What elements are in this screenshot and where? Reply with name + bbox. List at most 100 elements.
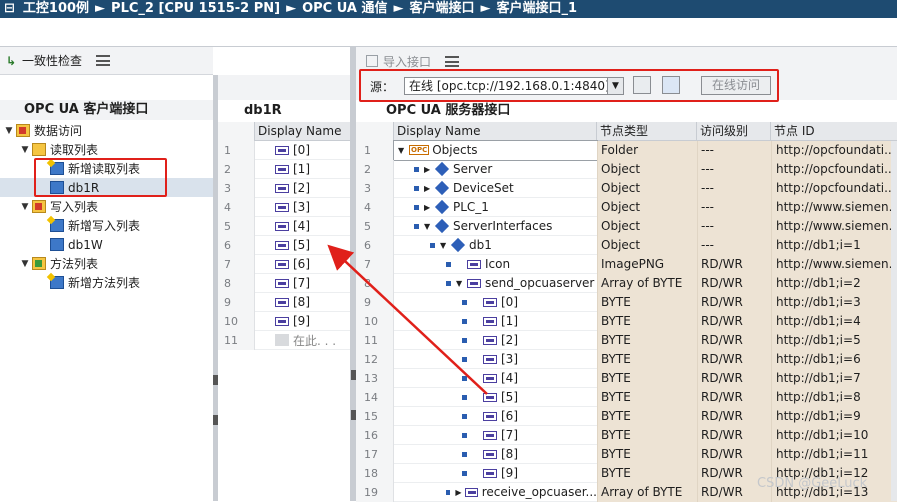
- node-id-cell: http://www.siemen...: [771, 197, 897, 217]
- row-display-name[interactable]: [2]: [394, 331, 597, 350]
- import-interface-button[interactable]: 导入接口: [366, 53, 431, 70]
- table-row[interactable]: 3 ▶ DeviceSet Object --- http://opcfoundati..…: [356, 178, 897, 198]
- table-row[interactable]: 8 ▼ send_opcuaserver Array of BYTE RD/WR http…: [356, 273, 897, 293]
- row-display-name[interactable]: [2]: [255, 181, 310, 195]
- row-display-name[interactable]: [0]: [394, 293, 597, 312]
- row-display-name[interactable]: [7]: [394, 426, 597, 445]
- table-row[interactable]: 11 [2] BYTE RD/WR http://db1;i=5: [356, 330, 897, 350]
- row-display-name[interactable]: 在此. . .: [255, 332, 336, 349]
- tree-item-db1w[interactable]: db1W: [0, 235, 213, 254]
- breadcrumb-item-client-interfaces[interactable]: 客户端接口: [409, 0, 474, 18]
- row-display-name[interactable]: [6]: [255, 257, 310, 271]
- row-display-name[interactable]: [4]: [394, 369, 597, 388]
- table-row[interactable]: 11 在此. . .: [218, 330, 350, 350]
- column-node-type[interactable]: 节点类型: [597, 121, 697, 141]
- row-display-name[interactable]: ▶ Server: [394, 160, 597, 179]
- table-row[interactable]: 5 ▼ ServerInterfaces Object --- http://www.si…: [356, 216, 897, 236]
- collapse-icon[interactable]: ▼: [20, 259, 30, 269]
- table-row[interactable]: 13 [4] BYTE RD/WR http://db1;i=7: [356, 368, 897, 388]
- row-display-name[interactable]: [9]: [394, 464, 597, 483]
- collapse-icon[interactable]: ▼: [398, 146, 406, 155]
- table-row[interactable]: 16 [7] BYTE RD/WR http://db1;i=10: [356, 425, 897, 445]
- tree-level-marker: [462, 337, 467, 343]
- breadcrumb-item-opcua[interactable]: OPC UA 通信: [302, 0, 387, 18]
- row-display-name[interactable]: ▶ DeviceSet: [394, 179, 597, 198]
- expand-icon[interactable]: ▶: [455, 488, 462, 497]
- collapse-icon[interactable]: ▼: [4, 126, 14, 136]
- row-display-name[interactable]: [8]: [255, 295, 310, 309]
- column-display-name[interactable]: Display Name: [255, 122, 350, 141]
- row-display-name[interactable]: [1]: [394, 312, 597, 331]
- collapse-icon[interactable]: ▼: [456, 279, 464, 288]
- collapse-icon[interactable]: ▼: [20, 145, 30, 155]
- consistency-check-button[interactable]: ↳ 一致性检查: [4, 52, 82, 69]
- table-row[interactable]: 6 ▼ db1 Object --- http://db1;i=1: [356, 235, 897, 255]
- collapse-icon[interactable]: ▼: [424, 222, 432, 231]
- row-display-name[interactable]: [3]: [255, 200, 310, 214]
- access-level-cell: RD/WR: [697, 387, 771, 407]
- row-display-name[interactable]: ▼ OPC Objects: [393, 139, 598, 161]
- tree-item-add-write-list[interactable]: 新增写入列表: [0, 216, 213, 235]
- column-access-level[interactable]: 访问级别: [697, 121, 771, 141]
- row-display-name[interactable]: ▼ ServerInterfaces: [394, 217, 597, 236]
- row-display-name[interactable]: [7]: [255, 276, 310, 290]
- expand-icon[interactable]: ▶: [424, 165, 432, 174]
- table-row[interactable]: 2 ▶ Server Object --- http://opcfoundati...: [356, 159, 897, 179]
- row-display-name[interactable]: ▼ db1: [394, 236, 597, 255]
- breadcrumb-item-project[interactable]: 工控100例: [23, 0, 89, 18]
- row-number: 5: [218, 216, 255, 236]
- table-row[interactable]: 9 [8]: [218, 292, 350, 312]
- list-view-icon[interactable]: [96, 55, 111, 66]
- expand-icon[interactable]: ▶: [424, 184, 432, 193]
- row-display-name[interactable]: ▶ PLC_1: [394, 198, 597, 217]
- column-node-id[interactable]: 节点 ID: [771, 122, 897, 141]
- row-display-name[interactable]: [5]: [255, 238, 310, 252]
- table-row[interactable]: 17 [8] BYTE RD/WR http://db1;i=11: [356, 444, 897, 464]
- table-row[interactable]: 10 [9]: [218, 311, 350, 331]
- table-row[interactable]: 4 ▶ PLC_1 Object --- http://www.siemen...: [356, 197, 897, 217]
- collapse-icon[interactable]: ▼: [440, 241, 448, 250]
- table-row[interactable]: 1 [0]: [218, 140, 350, 160]
- row-display-name[interactable]: [3]: [394, 350, 597, 369]
- table-row[interactable]: 10 [1] BYTE RD/WR http://db1;i=4: [356, 311, 897, 331]
- tree-item-label: db1W: [68, 237, 103, 252]
- table-row[interactable]: 12 [3] BYTE RD/WR http://db1;i=6: [356, 349, 897, 369]
- row-display-name[interactable]: [6]: [394, 407, 597, 426]
- node-type-cell: Object: [597, 178, 697, 198]
- tree-item-data-access[interactable]: ▼ 数据访问: [0, 121, 213, 140]
- row-display-name[interactable]: [5]: [394, 388, 597, 407]
- table-row[interactable]: 6 [5]: [218, 235, 350, 255]
- breadcrumb-item-client-interface-1[interactable]: 客户端接口_1: [496, 0, 577, 18]
- tree-item-add-method-list[interactable]: 新增方法列表: [0, 273, 213, 292]
- column-display-name[interactable]: Display Name: [394, 121, 597, 141]
- tree-item-method-lists[interactable]: ▼ 方法列表: [0, 254, 213, 273]
- list-view-icon[interactable]: [445, 55, 460, 67]
- table-row[interactable]: 2 [1]: [218, 159, 350, 179]
- table-row[interactable]: 7 Icon ImagePNG RD/WR http://www.siemen...: [356, 254, 897, 274]
- table-row[interactable]: 15 [6] BYTE RD/WR http://db1;i=9: [356, 406, 897, 426]
- vertical-scrollbar[interactable]: [891, 141, 897, 501]
- tree-item-write-lists[interactable]: ▼ 写入列表: [0, 197, 213, 216]
- tree-item-read-lists[interactable]: ▼ 读取列表: [0, 140, 213, 159]
- table-row[interactable]: 5 [4]: [218, 216, 350, 236]
- table-row[interactable]: 8 [7]: [218, 273, 350, 293]
- collapse-icon[interactable]: ▼: [20, 202, 30, 212]
- row-display-name[interactable]: [0]: [255, 143, 310, 157]
- variable-icon: [275, 202, 289, 212]
- table-row[interactable]: 14 [5] BYTE RD/WR http://db1;i=8: [356, 387, 897, 407]
- table-row[interactable]: 4 [3]: [218, 197, 350, 217]
- row-display-name[interactable]: ▼ send_opcuaserver: [394, 274, 597, 293]
- expand-icon[interactable]: ▶: [424, 203, 432, 212]
- row-display-name[interactable]: [9]: [255, 314, 310, 328]
- row-display-name[interactable]: [8]: [394, 445, 597, 464]
- table-row[interactable]: 9 [0] BYTE RD/WR http://db1;i=3: [356, 292, 897, 312]
- row-display-name[interactable]: Icon: [394, 255, 597, 274]
- table-row[interactable]: 7 [6]: [218, 254, 350, 274]
- table-row[interactable]: 3 [2]: [218, 178, 350, 198]
- row-display-name[interactable]: ▶ receive_opcuaser...: [394, 483, 597, 502]
- row-display-name[interactable]: [4]: [255, 219, 310, 233]
- breadcrumb-item-plc[interactable]: PLC_2 [CPU 1515-2 PN]: [111, 0, 280, 18]
- table-row[interactable]: 1 ▼ OPC Objects Folder --- http://opcfoundati.…: [356, 139, 897, 161]
- menu-icon[interactable]: ⊟: [4, 0, 15, 18]
- row-display-name[interactable]: [1]: [255, 162, 310, 176]
